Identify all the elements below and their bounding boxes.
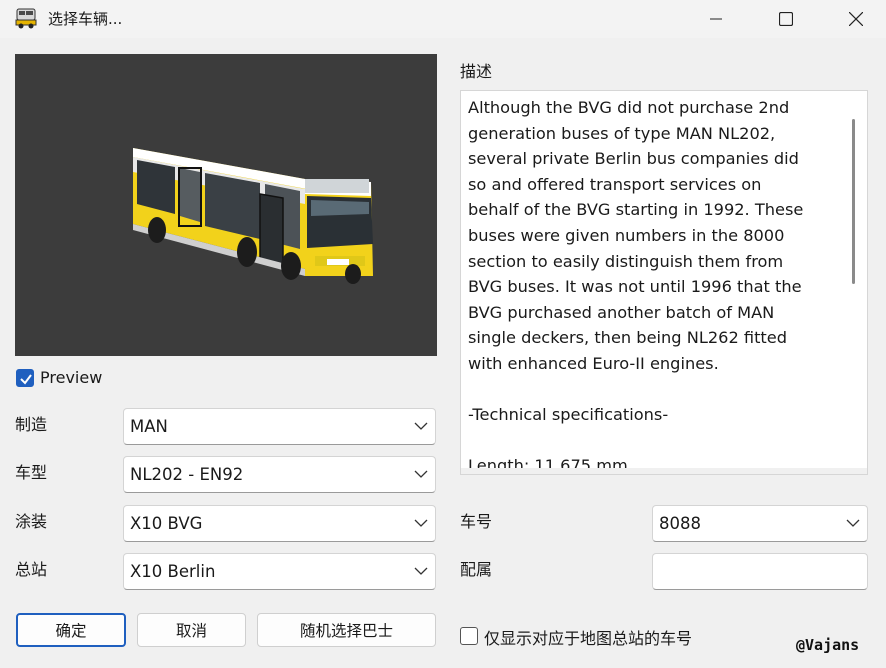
- description-scrollbar[interactable]: [852, 119, 855, 284]
- chevron-down-icon: [414, 422, 428, 430]
- allocation-field[interactable]: [652, 553, 868, 590]
- model-label: 车型: [15, 463, 48, 482]
- bus-3d-model: [133, 148, 373, 284]
- vehicle-preview[interactable]: [15, 54, 437, 356]
- chevron-down-icon: [414, 519, 428, 527]
- checkmark-icon: [20, 374, 32, 385]
- maximize-icon: [779, 12, 793, 26]
- manufacturer-label: 制造: [15, 415, 48, 434]
- manufacturer-value: MAN: [130, 417, 168, 436]
- chevron-down-icon: [414, 567, 428, 575]
- close-button[interactable]: [826, 0, 886, 38]
- number-select[interactable]: 8088: [652, 505, 868, 542]
- preview-checkbox-label: Preview: [40, 368, 103, 387]
- depot-value: X10 Berlin: [130, 562, 216, 581]
- ok-button[interactable]: 确定: [16, 613, 126, 647]
- depot-label: 总站: [15, 560, 48, 579]
- title-bar: 选择车辆...: [0, 0, 886, 38]
- number-value: 8088: [659, 514, 701, 533]
- model-value: NL202 - EN92: [130, 465, 244, 484]
- description-textbox[interactable]: Although the BVG did not purchase 2nd ge…: [460, 90, 868, 475]
- cancel-button[interactable]: 取消: [137, 613, 246, 647]
- model-select[interactable]: NL202 - EN92: [123, 456, 436, 493]
- close-icon: [849, 12, 863, 26]
- allocation-label: 配属: [460, 560, 493, 579]
- minimize-button[interactable]: [686, 0, 746, 38]
- description-text: Although the BVG did not purchase 2nd ge…: [468, 98, 804, 471]
- livery-value: X10 BVG: [130, 514, 203, 533]
- number-label: 车号: [460, 512, 493, 531]
- livery-label: 涂装: [15, 512, 48, 531]
- bus-app-icon: [14, 6, 40, 30]
- random-bus-button[interactable]: 随机选择巴士: [257, 613, 436, 647]
- description-label: 描述: [460, 62, 493, 81]
- filter-by-depot-label: 仅显示对应于地图总站的车号: [484, 629, 693, 648]
- description-bottom-edge: [461, 468, 867, 474]
- livery-select[interactable]: X10 BVG: [123, 505, 436, 542]
- filter-by-depot-checkbox[interactable]: [460, 627, 478, 645]
- minimize-icon: [710, 18, 722, 20]
- chevron-down-icon: [846, 519, 860, 527]
- chevron-down-icon: [414, 470, 428, 478]
- depot-select[interactable]: X10 Berlin: [123, 553, 436, 590]
- manufacturer-select[interactable]: MAN: [123, 408, 436, 445]
- window-title: 选择车辆...: [48, 10, 123, 28]
- maximize-button[interactable]: [756, 0, 816, 38]
- preview-checkbox[interactable]: [16, 369, 34, 387]
- watermark: @Vajans: [796, 636, 860, 654]
